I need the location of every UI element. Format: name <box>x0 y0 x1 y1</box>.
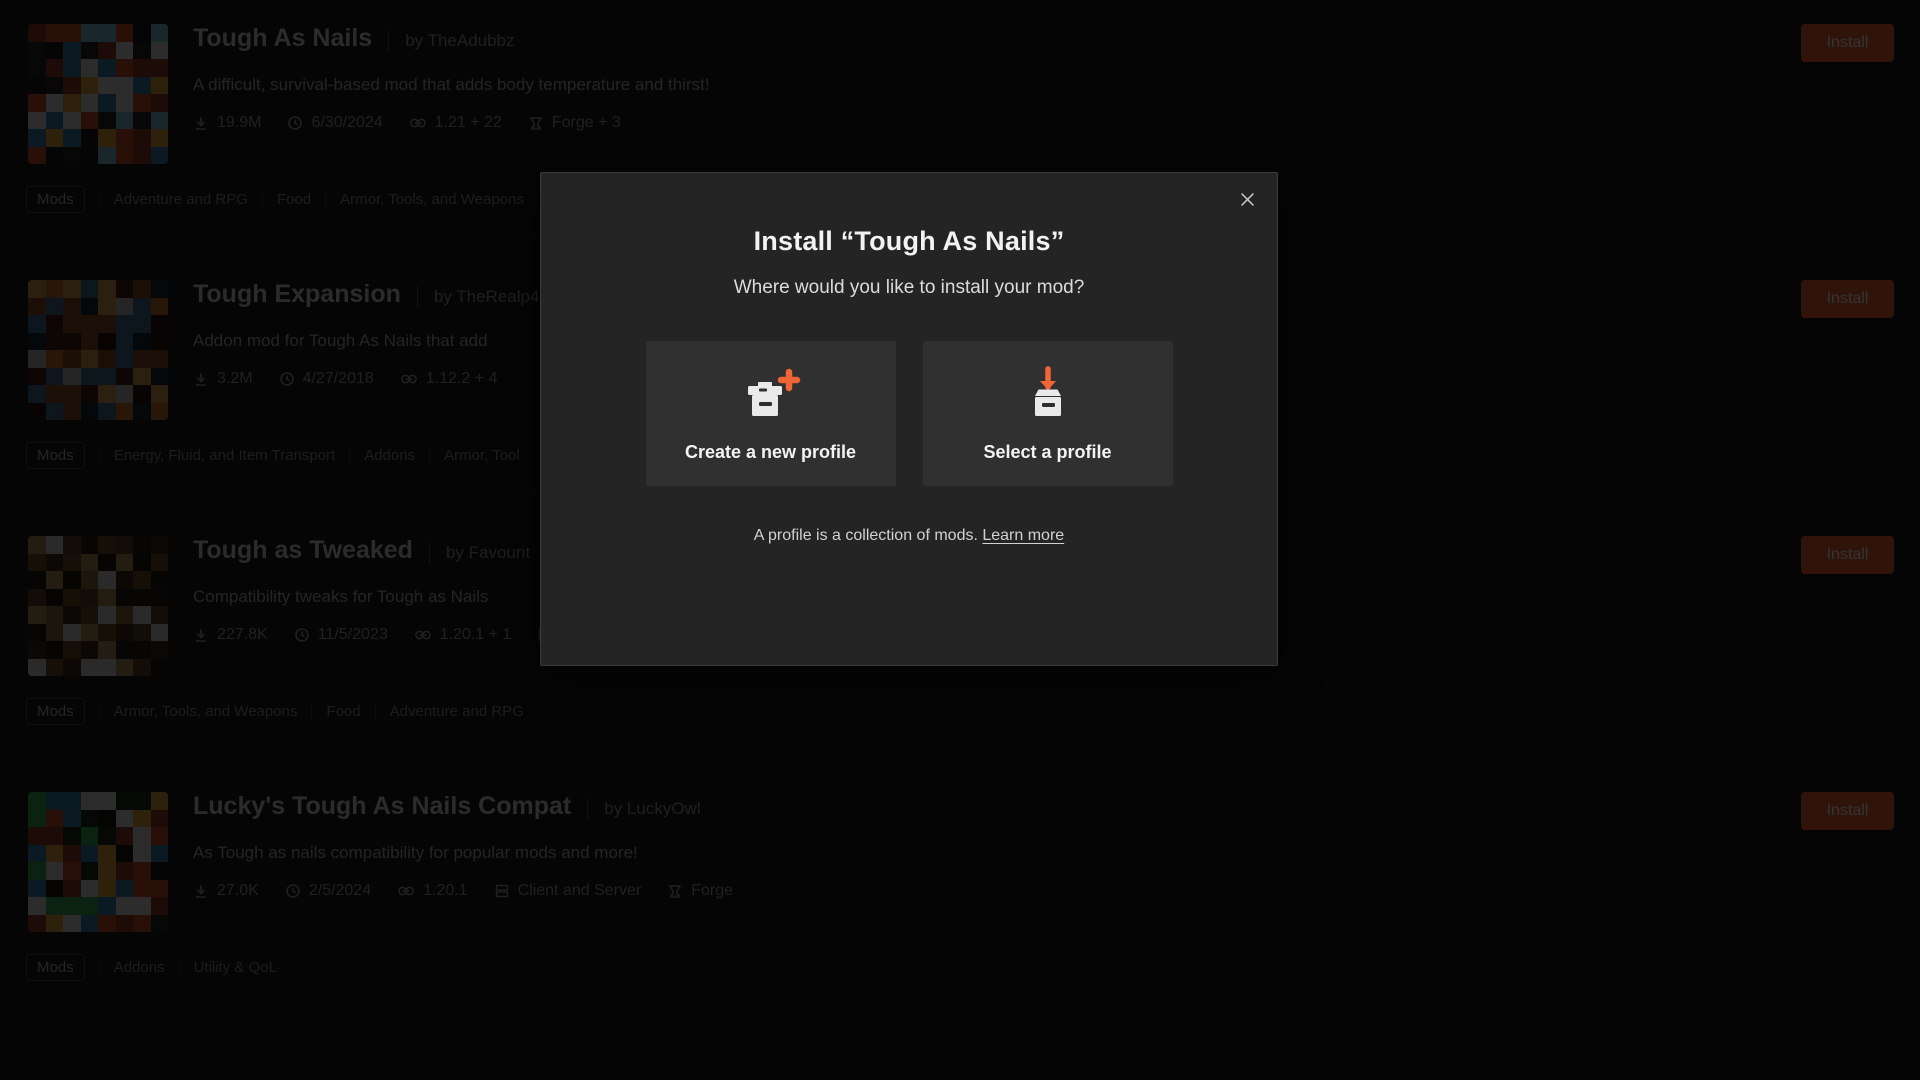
create-new-profile-button[interactable]: Create a new profile <box>645 341 896 486</box>
modal-footer: A profile is a collection of mods. Learn… <box>541 527 1277 545</box>
box-download-icon <box>1017 364 1079 422</box>
profile-help-text: A profile is a collection of mods. <box>753 527 978 544</box>
modal-title: Install “Tough As Nails” <box>753 226 1065 256</box>
learn-more-link[interactable]: Learn more <box>982 527 1064 544</box>
box-plus-icon <box>740 364 802 422</box>
close-icon[interactable] <box>1231 183 1263 215</box>
create-new-profile-label: Create a new profile <box>684 442 857 462</box>
select-profile-label: Select a profile <box>983 442 1112 462</box>
select-profile-button[interactable]: Select a profile <box>922 341 1173 486</box>
modal-subtitle: Where would you like to install your mod… <box>733 277 1085 298</box>
app-window: Tough As Nails by TheAdubbz A difficult,… <box>0 0 1920 1080</box>
install-modal: Install “Tough As Nails” Where would you… <box>540 172 1278 666</box>
install-options: Create a new profile Select a profile <box>541 341 1277 486</box>
